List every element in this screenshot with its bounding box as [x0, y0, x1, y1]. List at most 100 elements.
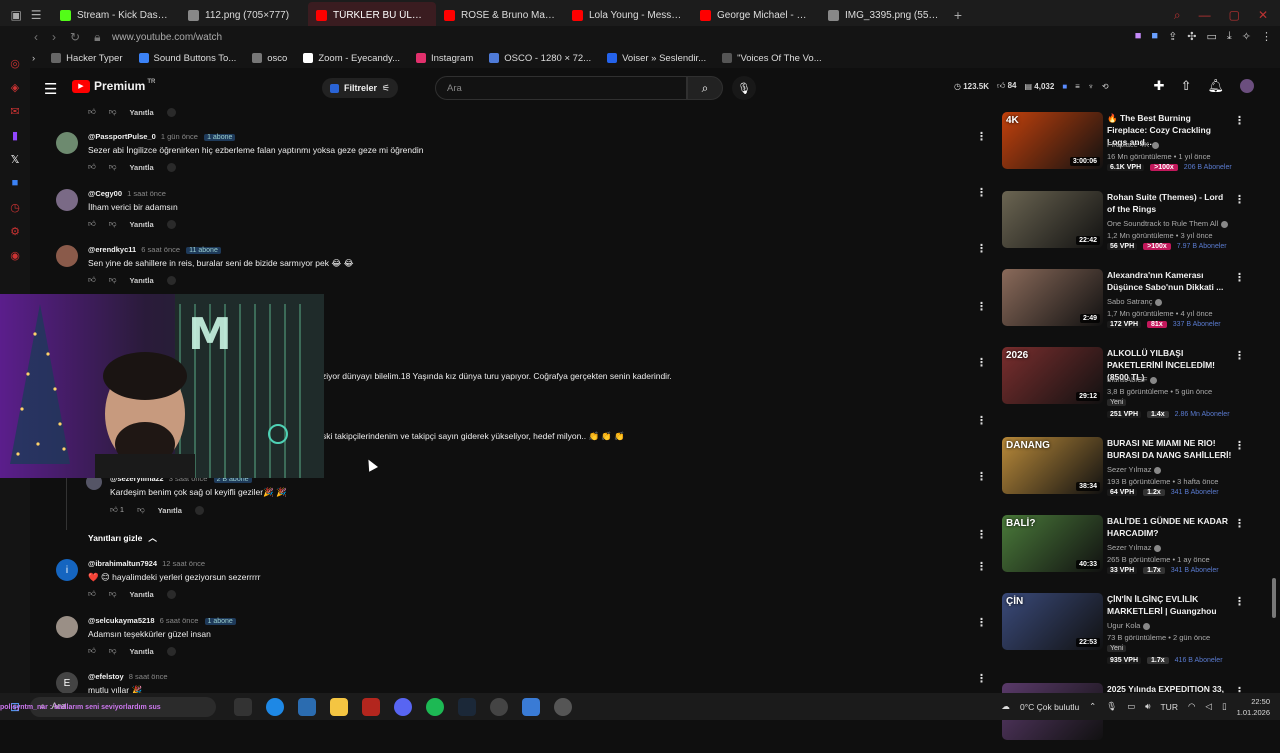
video-title[interactable]: Rohan Suite (Themes) - Lord of the Rings: [1107, 191, 1233, 215]
video-more-menu-icon[interactable]: ⋮: [1234, 271, 1245, 284]
bookmark-item[interactable]: OSCO - 1280 × 72...: [489, 53, 591, 64]
browser-tab[interactable]: 112.png (705×777): [180, 2, 308, 28]
reply-button[interactable]: Yanıtla: [129, 276, 153, 285]
edge-icon[interactable]: [266, 697, 284, 716]
steam-icon[interactable]: [458, 697, 476, 716]
menu-icon[interactable]: ⋮: [1261, 30, 1272, 43]
comment-author[interactable]: @selcukayma5218: [88, 616, 155, 625]
video-more-menu-icon[interactable]: ⋮: [1234, 349, 1245, 362]
comment-more-menu-icon[interactable]: ⋮: [976, 356, 987, 369]
avatar[interactable]: [56, 132, 78, 154]
search-input[interactable]: Ara: [435, 76, 687, 100]
comment-more-menu-icon[interactable]: ⋮: [976, 300, 987, 313]
avatar[interactable]: i: [56, 559, 78, 581]
site-info-icon[interactable]: 🔒︎: [94, 30, 100, 45]
back-icon[interactable]: ‹: [34, 30, 38, 45]
hide-replies-button[interactable]: Yanıtları gizle ︿: [88, 532, 157, 544]
clock[interactable]: 22:50 1.01.2026: [1237, 696, 1270, 718]
avatar[interactable]: [56, 245, 78, 267]
like-icon[interactable]: 👍︎: [88, 646, 96, 656]
comment-time[interactable]: 6 saat önce: [160, 616, 199, 625]
channel-name[interactable]: MuratAbiGF: [1107, 375, 1158, 384]
browser-tab[interactable]: ROSÉ & Bruno Mars - APT: [436, 2, 564, 28]
like-icon[interactable]: 👍︎ 1: [110, 505, 124, 515]
video-thumbnail[interactable]: BALİ? 40:33: [1002, 515, 1103, 572]
file-explorer-icon[interactable]: [330, 697, 348, 716]
task-view-icon[interactable]: [234, 697, 252, 716]
dislike-icon[interactable]: 👎︎: [109, 589, 117, 599]
menu-hamburger-icon[interactable]: ☰: [44, 80, 57, 98]
notifications-bell-icon[interactable]: 🔔︎: [1207, 78, 1224, 94]
video-thumbnail[interactable]: 2:49: [1002, 269, 1103, 326]
sidebar-flow-icon[interactable]: ◉: [8, 248, 22, 262]
bookmark-item[interactable]: Hacker Typer: [51, 53, 123, 64]
settings-icon[interactable]: [554, 697, 572, 716]
recommended-video[interactable]: BALİ? 40:33 BALİ'DE 1 GÜNDE NE KADAR HAR…: [1002, 515, 1252, 585]
recommended-video[interactable]: ÇİN 22:53 ÇİN'İN İLGİNÇ EVLİLİK MARKETLE…: [1002, 593, 1252, 664]
sidebar-x-icon[interactable]: 𝕏: [8, 152, 22, 166]
extension-icon[interactable]: ■: [1151, 30, 1158, 43]
tray-overflow-icon[interactable]: ⌃: [1089, 701, 1096, 712]
browser-tab[interactable]: IMG_3395.png (551×508): [820, 2, 948, 28]
comment-time[interactable]: 1 saat önce: [127, 189, 166, 198]
search-button[interactable]: ⌕: [687, 76, 723, 100]
recommended-video[interactable]: 22:42 Rohan Suite (Themes) - Lord of the…: [1002, 191, 1252, 261]
dislike-icon[interactable]: 👎︎: [109, 646, 117, 656]
bookmark-item[interactable]: Sound Buttons To...: [138, 53, 236, 64]
video-title[interactable]: BURASI NE MIAMI NE RIO! BURASI DA NANG S…: [1107, 437, 1233, 461]
recommended-video[interactable]: 4K 3:00:06 🔥 The Best Burning Fireplace:…: [1002, 112, 1252, 182]
comment-more-menu-icon[interactable]: ⋮: [976, 242, 987, 255]
mic-icon[interactable]: 🎙︎: [1106, 701, 1117, 712]
browser-tab[interactable]: TÜRKLER BU ÜLKEYE MU: [308, 2, 436, 28]
bookmark-item[interactable]: "Voices Of The Vo...: [722, 53, 822, 64]
reply-button[interactable]: Yanıtla: [129, 220, 153, 229]
video-thumbnail[interactable]: 4K 3:00:06: [1002, 112, 1103, 169]
dislike-icon[interactable]: 👎︎: [109, 162, 117, 172]
video-title[interactable]: ÇİN'İN İLGİNÇ EVLİLİK MARKETLERİ | Guang…: [1107, 593, 1233, 617]
maximize-icon[interactable]: ▢: [1229, 8, 1240, 22]
youtube-logo[interactable]: ▶ Premium TR: [72, 79, 155, 93]
reply-button[interactable]: Yanıtla: [129, 590, 153, 599]
video-title[interactable]: BALİ'DE 1 GÜNDE NE KADAR HARCADIM?: [1107, 515, 1233, 539]
channel-name[interactable]: Sezer Yılmaz: [1107, 543, 1162, 552]
reply-button[interactable]: Yanıtla: [129, 163, 153, 172]
comment-more-menu-icon[interactable]: ⋮: [976, 130, 987, 143]
sidebar-settings-icon[interactable]: ⚙: [8, 224, 22, 238]
create-icon[interactable]: ✚: [1154, 78, 1165, 94]
network-icon[interactable]: ▭: [1127, 701, 1135, 712]
video-thumbnail[interactable]: 22:42: [1002, 191, 1103, 248]
avatar[interactable]: E: [56, 672, 78, 694]
screenshot-icon[interactable]: ▭: [1207, 30, 1217, 43]
upload-icon[interactable]: ⇧: [1181, 78, 1192, 94]
comment-more-menu-icon[interactable]: ⋮: [976, 186, 987, 199]
obs-icon[interactable]: [490, 697, 508, 716]
download-icon[interactable]: ⤓: [1227, 30, 1232, 43]
url-field[interactable]: www.youtube.com/watch: [112, 32, 222, 43]
ai-icon[interactable]: ✧: [1242, 30, 1251, 43]
app-icon[interactable]: [298, 697, 316, 716]
like-icon[interactable]: 👍︎: [88, 162, 96, 172]
comment-author[interactable]: @Cegy00: [88, 189, 122, 198]
video-more-menu-icon[interactable]: ⋮: [1234, 517, 1245, 530]
search-tabs-icon[interactable]: ⌕: [1174, 8, 1181, 23]
channel-name[interactable]: One Soundtrack to Rule Them All: [1107, 219, 1229, 228]
forward-icon[interactable]: ›: [52, 30, 56, 45]
share-icon[interactable]: ⟲: [1102, 82, 1109, 91]
comment-author[interactable]: @erendkyc11: [88, 245, 136, 254]
avatar[interactable]: [56, 189, 78, 211]
page-scrollbar[interactable]: [1272, 578, 1276, 618]
channel-name[interactable]: Fireplace 4K: [1107, 140, 1160, 149]
workspaces-icon[interactable]: ▣: [10, 8, 21, 22]
comment-time[interactable]: 8 saat önce: [129, 672, 168, 681]
sidebar-messenger-icon[interactable]: ✉: [8, 104, 22, 118]
sidebar-opera-icon[interactable]: ◎: [8, 56, 22, 70]
weather-text[interactable]: 0°C Çok bulutlu: [1020, 702, 1079, 712]
like-icon[interactable]: 👍︎: [88, 589, 96, 599]
language-indicator[interactable]: TUR: [1160, 702, 1177, 712]
recommended-video[interactable]: 2:49 Alexandra'nın Kamerası Düşünce Sabo…: [1002, 269, 1252, 339]
comment-more-menu-icon[interactable]: ⋮: [976, 470, 987, 483]
video-more-menu-icon[interactable]: ⋮: [1234, 439, 1245, 452]
reply-button[interactable]: Yanıtla: [129, 647, 153, 656]
comment-more-menu-icon[interactable]: ⋮: [976, 414, 987, 427]
speaker-icon[interactable]: ◁: [1205, 701, 1212, 712]
